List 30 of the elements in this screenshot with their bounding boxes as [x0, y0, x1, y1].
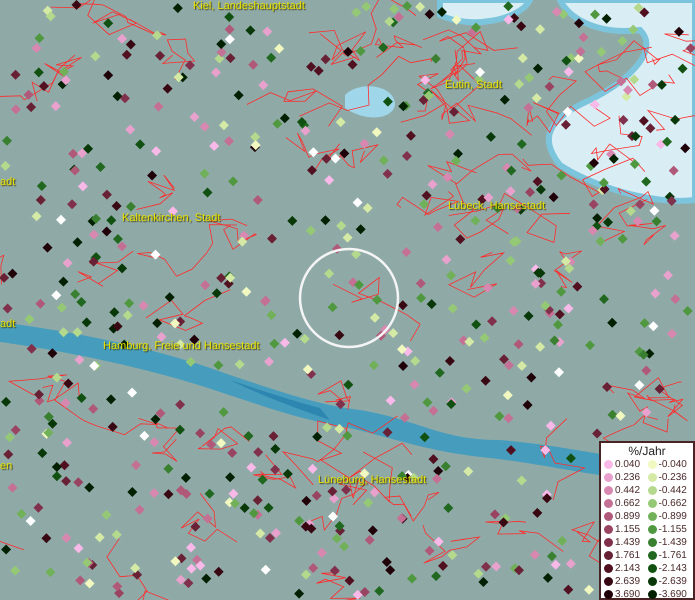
- place-label: adt: [0, 176, 16, 189]
- legend-value: 1.439: [615, 536, 640, 549]
- legend-title: %/Jahr: [627, 444, 667, 458]
- legend-value: 3.690: [615, 588, 640, 600]
- legend-value: -1.155: [658, 523, 687, 536]
- legend-value: 2.639: [615, 575, 640, 588]
- legend-value: -1.439: [658, 536, 687, 549]
- legend-value: -0.442: [658, 484, 687, 497]
- legend-value: 0.899: [615, 510, 640, 523]
- legend-value: 0.662: [615, 497, 640, 510]
- legend-value: -0.899: [658, 510, 687, 523]
- legend-value: 2.143: [615, 562, 640, 575]
- legend-value: -0.040: [658, 458, 687, 471]
- legend-value: -1.761: [658, 549, 687, 562]
- legend-value: 0.236: [615, 471, 640, 484]
- legend-value: -2.143: [658, 562, 687, 575]
- legend-value: -0.662: [658, 497, 687, 510]
- place-label: Kaltenkirchen, Stadt: [122, 212, 220, 225]
- legend-value: 0.442: [615, 484, 640, 497]
- legend-value: 0.040: [615, 458, 640, 471]
- legend-value: -0.236: [658, 471, 687, 484]
- place-label: en: [0, 460, 12, 473]
- place-label: Kiel, Landeshauptstadt: [193, 0, 305, 13]
- legend-value: -3.690: [658, 588, 687, 600]
- legend-value: -2.639: [658, 575, 687, 588]
- legend-value: 1.155: [615, 523, 640, 536]
- place-label: adt: [0, 318, 16, 331]
- selection-circle[interactable]: [298, 248, 400, 348]
- place-label: Eutin, Stadt: [445, 79, 502, 92]
- legend-value: 1.761: [615, 549, 640, 562]
